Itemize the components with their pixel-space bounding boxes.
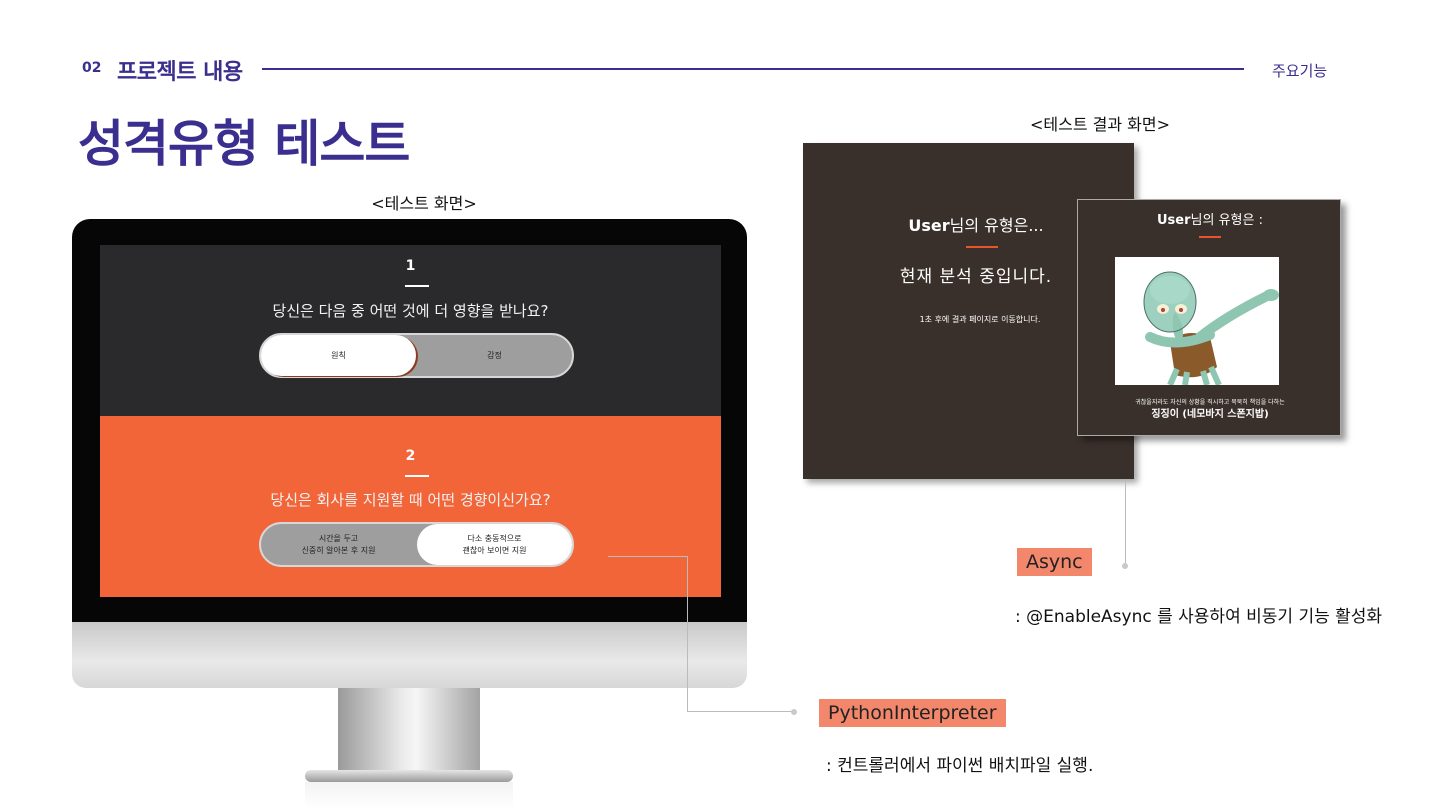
python-connector-h2 — [687, 711, 793, 712]
async-connector-line — [1125, 479, 1126, 565]
question-1-toggle[interactable]: 원칙 감정 — [259, 333, 574, 378]
page-title: 성격유형 테스트 — [78, 115, 410, 173]
section-subtitle: 주요기능 — [1272, 62, 1328, 80]
option-impulsive-line1: 다소 충동적으로 — [467, 533, 522, 543]
loading-user: User — [908, 216, 950, 235]
option-principle-button[interactable]: 원칙 — [261, 335, 416, 376]
loading-title-suffix: 님의 유형은... — [949, 216, 1044, 235]
question-1-text: 당신은 다음 중 어떤 것에 더 영향을 받나요? — [272, 302, 549, 320]
question-2-text: 당신은 회사를 지원할 때 어떤 경향이신가요? — [270, 491, 551, 509]
section-title: 프로젝트 내용 — [117, 60, 243, 85]
python-interpreter-description: : 컨트롤러에서 파이썬 배치파일 실행. — [826, 756, 1094, 776]
result-title: User님의 유형은 : — [1077, 209, 1343, 228]
monitor-reflection — [305, 782, 513, 810]
monitor-chin — [72, 622, 747, 688]
monitor-stand-base — [305, 770, 513, 782]
python-connector-h1 — [608, 556, 688, 557]
section-divider — [262, 68, 1244, 70]
test-screen-caption: <테스트 화면> — [371, 194, 477, 213]
question-1-underline — [405, 285, 429, 287]
option-careful-button[interactable]: 시간을 두고 신중히 알아본 후 지원 — [261, 524, 416, 565]
question-1-number: 1 — [405, 258, 416, 274]
monitor-stand-neck — [338, 688, 480, 774]
python-interpreter-tag: PythonInterpreter — [819, 699, 1006, 727]
option-careful-line2: 신중히 알아본 후 지원 — [301, 545, 376, 555]
python-connector-v — [687, 556, 688, 712]
squidward-image — [1115, 257, 1279, 387]
question-2-underline — [405, 475, 429, 477]
question-2-toggle[interactable]: 시간을 두고 신중히 알아본 후 지원 다소 충동적으로 괜찮아 보이면 지원 — [259, 522, 574, 567]
result-screen-caption: <테스트 결과 화면> — [1029, 115, 1171, 134]
async-description: : @EnableAsync 를 사용하여 비동기 기능 활성화 — [1015, 607, 1383, 627]
result-title-suffix: 님의 유형은 : — [1190, 213, 1263, 228]
python-connector-dot — [791, 709, 797, 715]
loading-divider — [966, 246, 998, 248]
question-2-number: 2 — [405, 448, 416, 464]
result-user: User — [1157, 213, 1191, 228]
option-emotion-button[interactable]: 감정 — [417, 335, 572, 376]
result-divider — [1199, 236, 1221, 238]
async-tag: Async — [1017, 548, 1092, 576]
option-impulsive-line2: 괜찮아 보이면 지원 — [462, 545, 527, 555]
option-impulsive-button[interactable]: 다소 충동적으로 괜찮아 보이면 지원 — [417, 524, 572, 565]
async-connector-dot — [1122, 563, 1128, 569]
result-type-name: 징징이 (네모바지 스폰지밥) — [1151, 409, 1269, 420]
section-number: 02 — [82, 60, 102, 76]
option-careful-line1: 시간을 두고 — [318, 533, 359, 543]
